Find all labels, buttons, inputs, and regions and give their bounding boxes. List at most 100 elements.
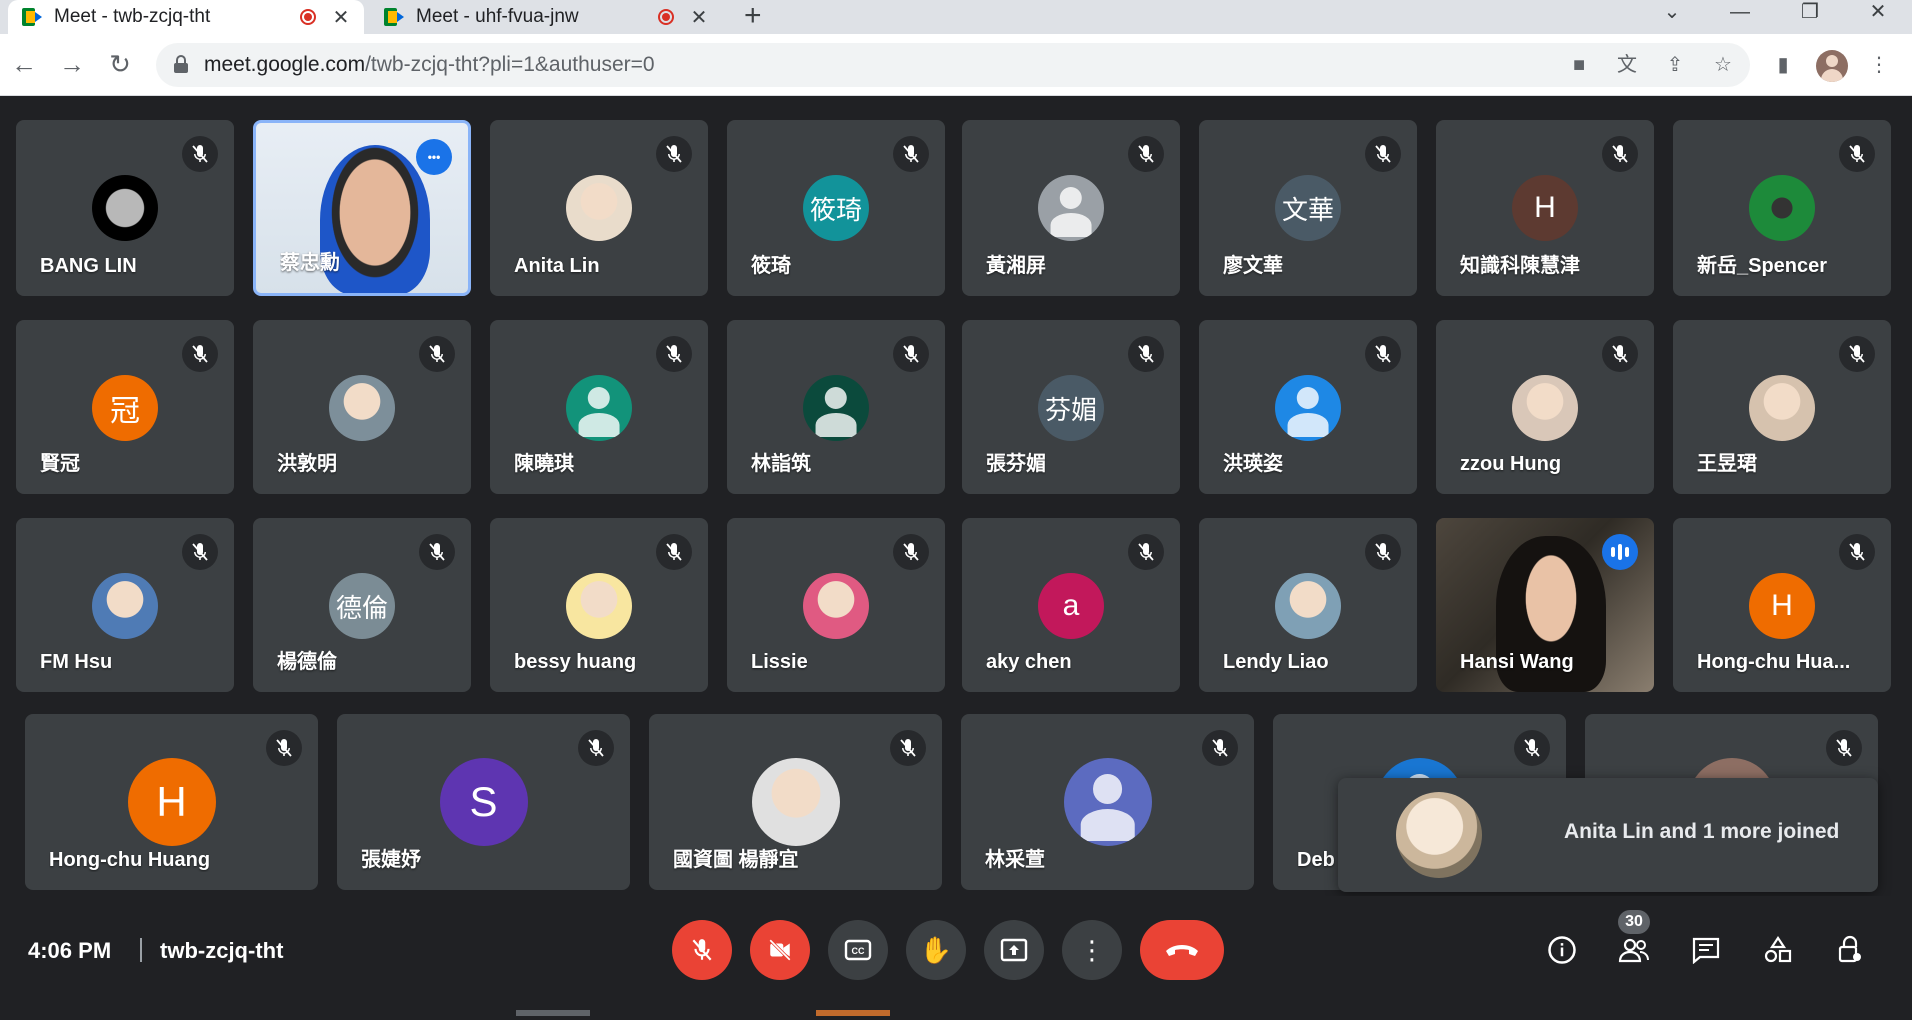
participant-tile[interactable]: 文華 廖文華 [1199,120,1417,296]
participant-tile[interactable]: H Hong-chu Hua... [1673,518,1891,692]
participant-tile[interactable]: 洪敦明 [253,320,471,494]
participant-name: 知識科陳慧津 [1460,255,1580,277]
participant-name: zzou Hung [1460,453,1562,475]
muted-mic-icon [1365,336,1401,372]
participant-tile[interactable]: 芬媚 張芬媚 [962,320,1180,494]
participant-avatar [92,175,158,241]
meet-favicon-icon [22,8,42,26]
reload-icon[interactable]: ↻ [104,48,136,80]
participant-tile[interactable]: 洪瑛姿 [1199,320,1417,494]
more-options-dots-icon[interactable]: ••• [416,139,452,175]
bookmark-star-icon[interactable]: ☆ [1710,52,1736,78]
activities-button[interactable] [1756,928,1800,972]
join-notification: Anita Lin and 1 more joined [1338,778,1878,892]
participant-avatar [1749,175,1815,241]
participant-tile[interactable]: Lissie [727,518,945,692]
tab-meet-twb[interactable]: Meet - twb-zcjq-tht ✕ [8,0,364,34]
participant-avatar: 冠 [92,375,158,441]
present-screen-button[interactable] [984,920,1044,980]
participant-tile[interactable]: Anita Lin [490,120,708,296]
participant-tile[interactable]: 林采萱 [961,714,1254,890]
participant-tile[interactable]: 陳曉琪 [490,320,708,494]
url-text[interactable]: meet.google.com/twb-zcjq-tht?pli=1&authu… [204,53,655,77]
participant-tile[interactable]: S 張婕妤 [337,714,630,890]
participant-tile[interactable]: 筱琦 筱琦 [727,120,945,296]
maximize-icon[interactable]: ❐ [1790,0,1830,28]
participant-tile[interactable]: zzou Hung [1436,320,1654,494]
participant-tile[interactable]: bessy huang [490,518,708,692]
address-bar[interactable]: meet.google.com/twb-zcjq-tht?pli=1&authu… [156,43,1750,87]
muted-mic-icon [890,730,926,766]
chat-button[interactable] [1684,928,1728,972]
participant-tile[interactable]: 國資圖 楊靜宜 [649,714,942,890]
camera-icon[interactable]: ■ [1566,52,1592,78]
avatar-initials: 文華 [1281,194,1334,225]
browser-menu-icon[interactable]: ⋮ [1866,52,1892,78]
microphone-off-button[interactable] [672,920,732,980]
participant-tile[interactable]: 冠賢冠 [16,320,234,494]
lock-icon[interactable] [174,55,188,73]
side-panel-icon[interactable]: ▮ [1770,52,1796,78]
muted-mic-icon [1514,730,1550,766]
muted-mic-icon [182,534,218,570]
participant-name: 洪瑛姿 [1223,453,1283,475]
leave-call-button[interactable] [1140,920,1224,980]
people-button[interactable] [1612,928,1656,972]
participant-name: 筱琦 [751,255,791,277]
profile-avatar[interactable] [1816,50,1848,82]
raise-hand-button[interactable]: ✋ [906,920,966,980]
minimize-icon[interactable]: — [1720,0,1760,28]
participant-name: 林采萱 [985,849,1045,871]
participant-name: Lendy Liao [1223,651,1329,673]
close-tab-icon[interactable]: ✕ [690,5,708,30]
participant-avatar [1275,573,1341,639]
participant-tile[interactable]: 林詣筑 [727,320,945,494]
back-arrow-icon[interactable]: ← [8,48,40,80]
tab-search-chevron-icon[interactable]: ⌄ [1652,0,1692,28]
present-icon [1000,938,1028,962]
participant-avatar [566,175,632,241]
participant-tile[interactable]: 新岳_Spencer [1673,120,1891,296]
participant-tile[interactable]: FM Hsu [16,518,234,692]
avatar-initials: H [1771,589,1793,622]
participant-tile[interactable]: a aky chen [962,518,1180,692]
participant-name: 國資圖 楊靜宜 [673,849,799,871]
muted-mic-icon [182,136,218,172]
camera-off-button[interactable] [750,920,810,980]
participant-name: 蔡忠勳 [280,252,340,274]
captions-button[interactable]: CC [828,920,888,980]
host-controls-button[interactable] [1828,928,1872,972]
participant-tile[interactable]: BANG LIN [16,120,234,296]
avatar-initials: H [1534,191,1556,224]
share-icon[interactable]: ⇪ [1662,52,1688,78]
participant-avatar: 芬媚 [1038,375,1104,441]
translate-icon[interactable]: 文 [1614,52,1640,78]
participant-avatar [1512,375,1578,441]
participant-tile[interactable]: ••• 蔡忠勳 [253,120,471,296]
people-icon [1618,938,1649,963]
forward-arrow-icon[interactable]: → [56,48,88,80]
muted-mic-icon [1128,534,1164,570]
end-call-icon [1166,945,1198,956]
meeting-details-button[interactable] [1540,928,1584,972]
more-options-button[interactable]: ⋮ [1062,920,1122,980]
new-tab-plus-icon[interactable]: + [744,0,762,34]
participant-avatar [1038,175,1104,241]
close-tab-icon[interactable]: ✕ [332,5,350,30]
participant-name: Lissie [751,651,808,673]
participant-tile[interactable]: H 知識科陳慧津 [1436,120,1654,296]
speaking-indicator-icon [1602,534,1638,570]
participant-tile[interactable]: Hansi Wang [1436,518,1654,692]
participant-tile[interactable]: Lendy Liao [1199,518,1417,692]
avatar-initials: 筱琦 [809,194,862,225]
participant-tile[interactable]: 王昱珺 [1673,320,1891,494]
participant-tile[interactable]: 德倫 楊德倫 [253,518,471,692]
participant-tile[interactable]: H Hong-chu Huang [25,714,318,890]
participant-avatar [803,573,869,639]
participant-count-badge: 30 [1618,910,1650,934]
participant-tile[interactable]: 黃湘屏 [962,120,1180,296]
participant-name: Hong-chu Huang [49,849,211,871]
tab-meet-uhf[interactable]: Meet - uhf-fvua-jnw ✕ [370,0,722,34]
close-window-icon[interactable]: ✕ [1858,0,1898,28]
participant-avatar [1749,375,1815,441]
